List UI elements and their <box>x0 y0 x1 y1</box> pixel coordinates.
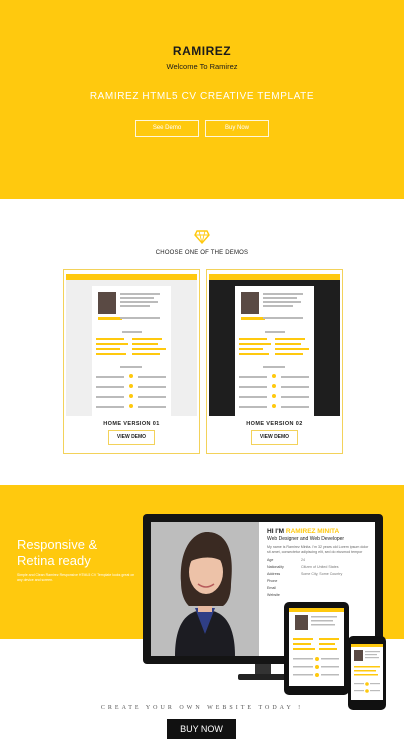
demo-card-home-02[interactable]: HOME VERSION 02 VIEW DEMO <box>206 269 343 454</box>
demo-title: HOME VERSION 02 <box>246 421 303 427</box>
brand-title: RAMIREZ <box>172 44 232 58</box>
preview-name: RAMIREZ MINITA <box>285 528 340 535</box>
tablet-mockup <box>284 602 349 695</box>
preview-bio: My name is Ramirez Minita. I'm 32 years … <box>267 545 369 554</box>
demos-section: CHOOSE ONE OF THE DEMOS HOME VERSION 01 … <box>0 199 404 485</box>
responsive-heading: Responsive & Retina ready <box>17 537 98 568</box>
welcome-text: Welcome To Ramirez <box>166 62 238 71</box>
preview-field-nationality: Nationality Citizen of United States <box>267 565 339 569</box>
demo-thumbnail[interactable] <box>209 274 340 416</box>
see-demo-button[interactable]: See Demo <box>135 120 199 137</box>
view-demo-button[interactable]: VIEW DEMO <box>251 430 298 445</box>
avatar <box>98 292 116 314</box>
buy-now-cta-button[interactable]: BUY NOW <box>167 719 236 739</box>
buy-now-button[interactable]: Buy Now <box>205 120 269 137</box>
responsive-promo-section: Responsive & Retina ready Simple and Cle… <box>0 485 404 750</box>
avatar <box>241 292 259 314</box>
preview-field-website: Website <box>267 593 280 597</box>
preview-field-age: Age 24 <box>267 558 305 562</box>
preview-greeting: HI I'M <box>267 528 285 535</box>
hero-section: RAMIREZ Welcome To Ramirez RAMIREZ HTML5… <box>0 0 404 199</box>
demo-title: HOME VERSION 01 <box>103 421 160 427</box>
hero-tagline: RAMIREZ HTML5 CV CREATIVE TEMPLATE <box>89 91 315 102</box>
preview-role: Web Designer and Web Developer <box>267 536 345 542</box>
phone-mockup <box>348 636 386 710</box>
diamond-icon <box>194 230 210 244</box>
cta-text: CREATE YOUR OWN WEBSITE TODAY ! <box>100 705 304 711</box>
demo-card-home-01[interactable]: HOME VERSION 01 VIEW DEMO <box>63 269 200 454</box>
preview-field-address: Address Some City, Some Country <box>267 572 343 576</box>
demo-thumbnail[interactable] <box>66 274 197 416</box>
responsive-description: Simple and Clean Ramirez Responsive HTML… <box>17 573 135 582</box>
tablet-screen <box>289 608 344 686</box>
preview-field-phone: Phone <box>267 579 278 583</box>
phone-screen <box>351 644 383 700</box>
profile-photo <box>151 522 259 656</box>
preview-field-email: Email <box>267 586 276 590</box>
demos-heading: CHOOSE ONE OF THE DEMOS <box>155 250 249 256</box>
view-demo-button[interactable]: VIEW DEMO <box>108 430 155 445</box>
